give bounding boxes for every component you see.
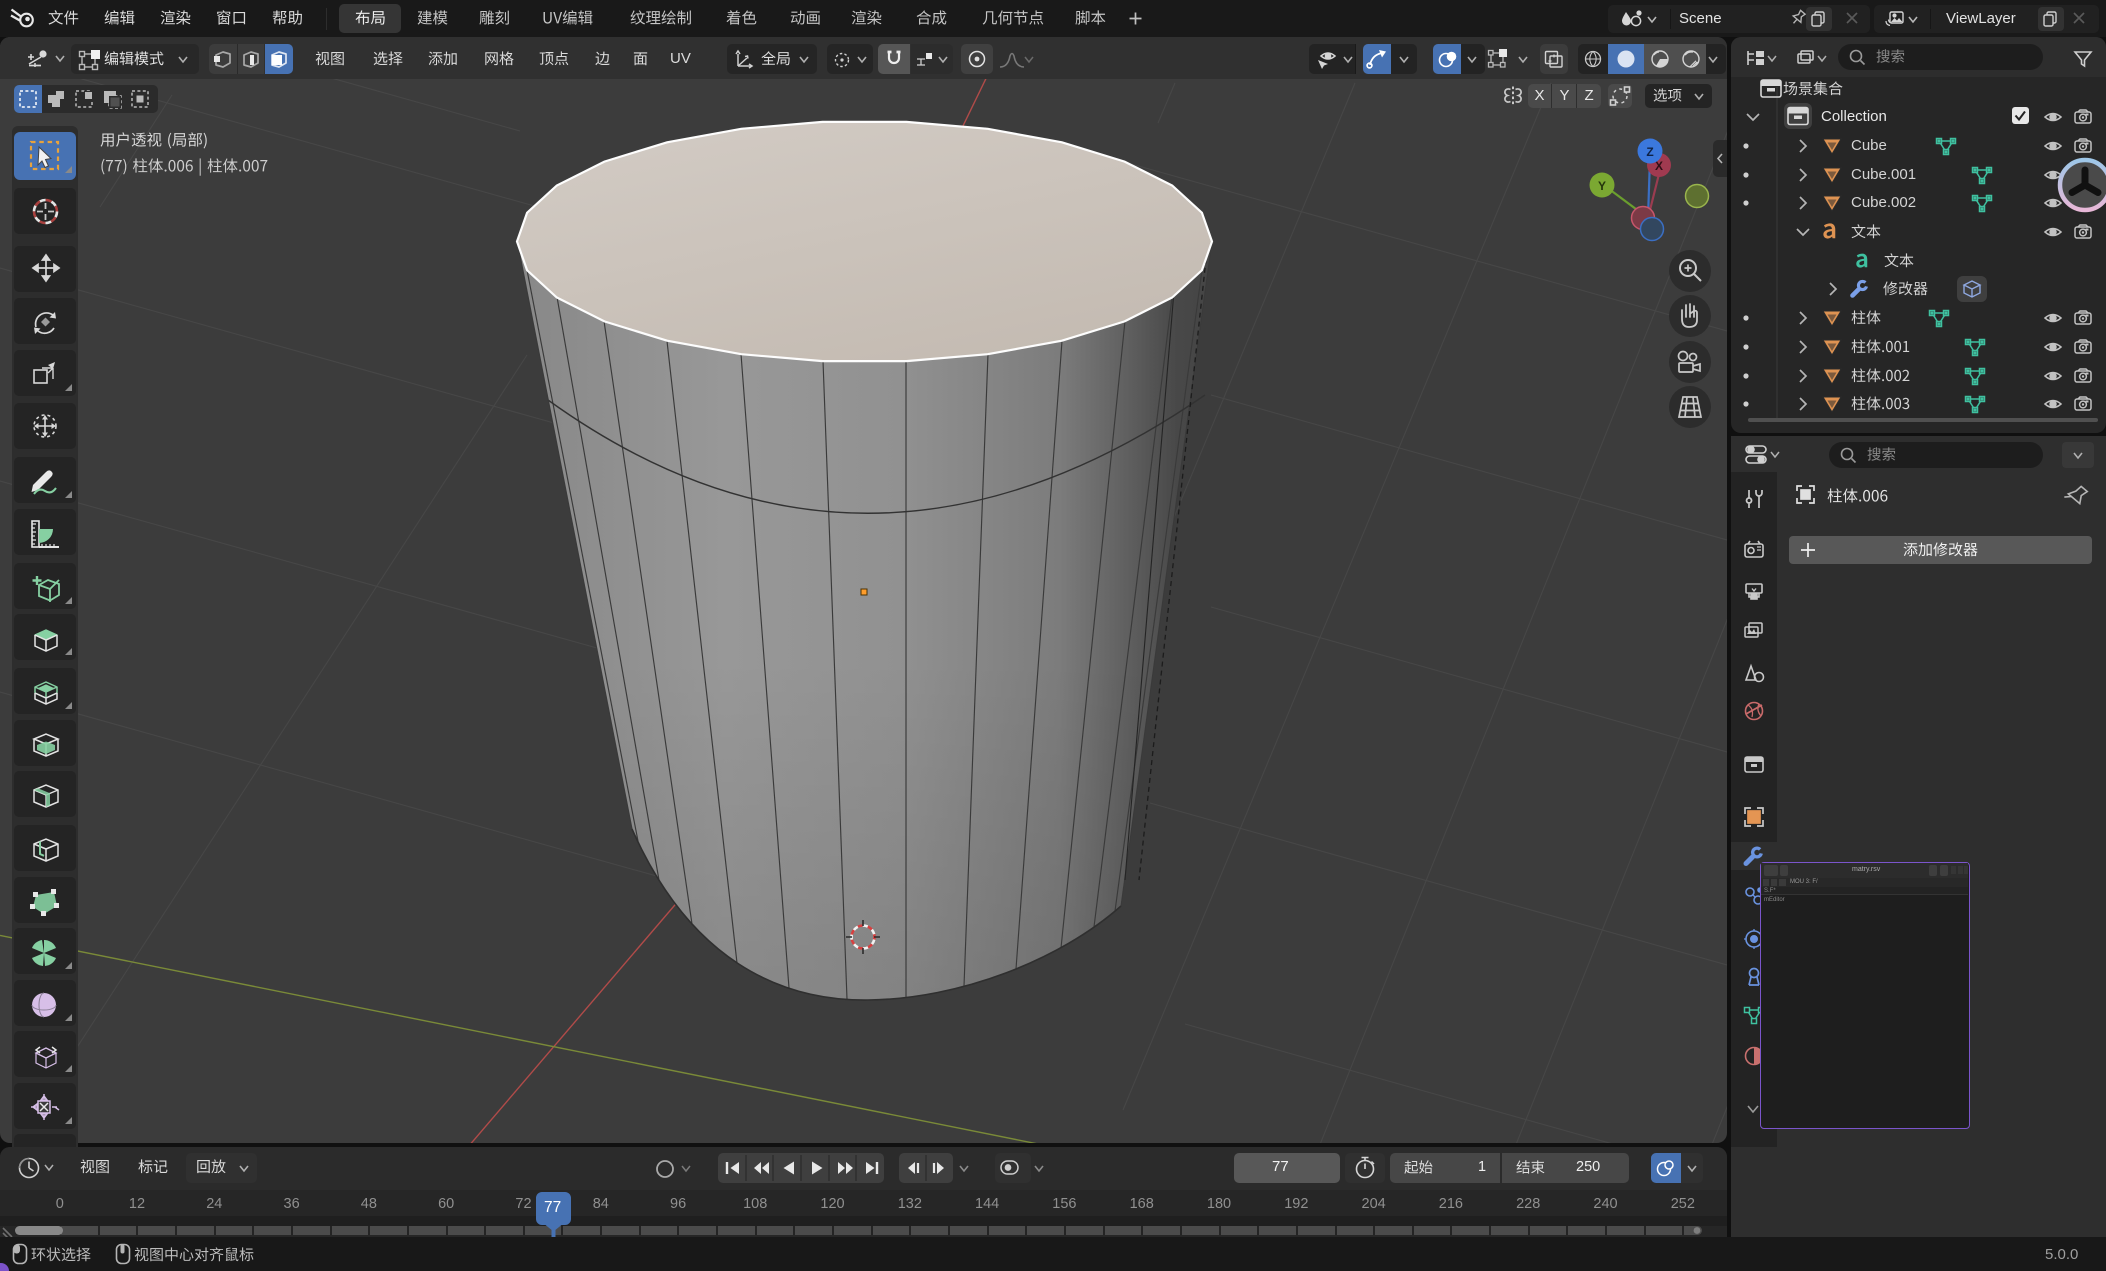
svg-text:Y: Y xyxy=(1598,179,1606,193)
svg-text:Z: Z xyxy=(1646,145,1653,159)
